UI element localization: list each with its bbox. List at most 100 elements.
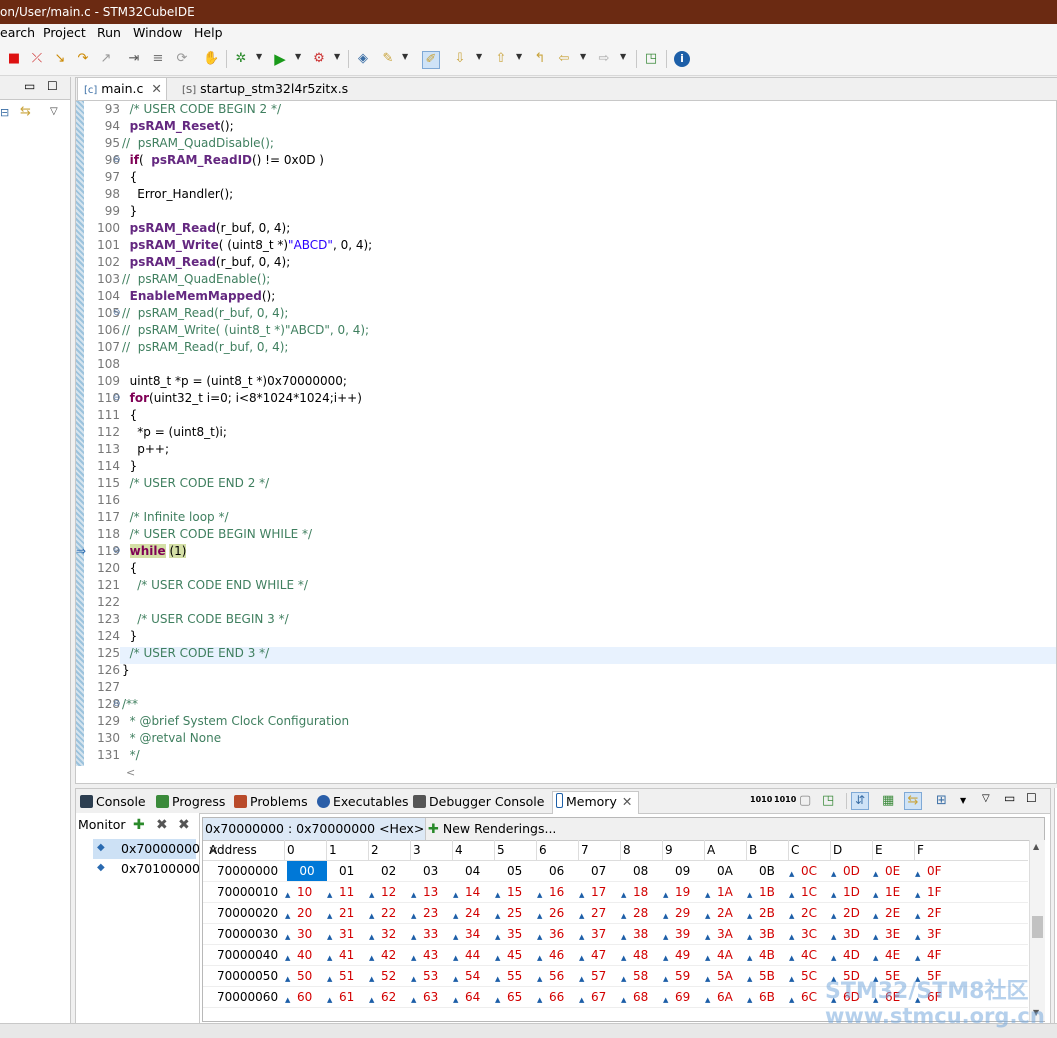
memory-byte-cell[interactable]: 23 — [423, 903, 438, 924]
view-menu-icon[interactable]: ▽ — [50, 106, 58, 117]
view-menu-icon[interactable]: ▽ — [982, 793, 990, 804]
memory-byte-cell[interactable]: 66 — [549, 987, 564, 1008]
memory-byte-cell[interactable]: 6C — [801, 987, 817, 1008]
column-header[interactable]: 0 — [287, 840, 295, 860]
menu-help[interactable]: Help — [194, 25, 223, 40]
columns-dropdown-icon[interactable]: ▼ — [960, 796, 966, 805]
tab-executables[interactable]: Executables — [317, 792, 409, 812]
debug-icon[interactable]: ✲ — [233, 51, 249, 67]
memory-byte-cell[interactable]: 60 — [297, 987, 312, 1008]
memory-byte-cell[interactable]: 55 — [507, 966, 522, 987]
tab-main-c[interactable]: [c] main.c ✕ — [77, 78, 167, 100]
collapse-all-icon[interactable]: ⊟ — [0, 106, 9, 119]
fold-toggle-icon[interactable]: ⊖ — [113, 393, 121, 403]
memory-byte-cell[interactable]: 26 — [549, 903, 564, 924]
minimize-icon[interactable]: ▭ — [24, 79, 35, 93]
memory-byte-cell[interactable]: 69 — [675, 987, 690, 1008]
memory-byte-cell[interactable]: 36 — [549, 924, 564, 945]
maximize-icon[interactable]: ☐ — [1026, 791, 1037, 805]
memory-byte-cell[interactable]: 01 — [339, 861, 354, 882]
tab-progress[interactable]: Progress — [156, 792, 225, 812]
memory-byte-cell[interactable]: 15 — [507, 882, 522, 903]
column-header[interactable]: 8 — [623, 840, 631, 860]
column-header[interactable]: C — [791, 840, 799, 860]
memory-byte-cell[interactable]: 3E — [885, 924, 900, 945]
step-into-icon[interactable]: ↘ — [52, 51, 68, 67]
step-over-icon[interactable]: ↷ — [75, 51, 91, 67]
column-header[interactable]: 6 — [539, 840, 547, 860]
scroll-up-icon[interactable]: ▲ — [1033, 842, 1039, 851]
memory-byte-cell[interactable]: 45 — [507, 945, 522, 966]
memory-byte-cell[interactable]: 48 — [633, 945, 648, 966]
memory-byte-cell[interactable]: 51 — [339, 966, 354, 987]
memory-byte-cell[interactable]: 05 — [507, 861, 522, 882]
memory-byte-cell[interactable]: 1B — [759, 882, 775, 903]
menu-search[interactable]: earch — [0, 25, 35, 40]
memory-byte-cell[interactable]: 04 — [465, 861, 480, 882]
memory-byte-cell[interactable]: 4E — [885, 945, 900, 966]
monitor-item[interactable]: 0x70000000 — [121, 841, 200, 856]
memory-byte-cell[interactable]: 1F — [927, 882, 942, 903]
memory-byte-cell[interactable]: 12 — [381, 882, 396, 903]
open-type-icon[interactable]: ◈ — [355, 51, 371, 67]
memory-byte-cell[interactable]: 13 — [423, 882, 438, 903]
prev-annotation-dropdown-icon[interactable]: ▼ — [516, 52, 522, 61]
memory-byte-cell[interactable]: 3C — [801, 924, 817, 945]
external-tools-dropdown-icon[interactable]: ▼ — [334, 52, 340, 61]
monitor-item[interactable]: 0x70100000 — [121, 861, 200, 876]
memory-byte-cell[interactable]: 52 — [381, 966, 396, 987]
column-header[interactable]: Address — [209, 840, 257, 860]
external-tools-icon[interactable]: ⚙ — [311, 51, 327, 67]
hand-icon[interactable]: ✋ — [203, 51, 219, 67]
memory-byte-cell[interactable]: 35 — [507, 924, 522, 945]
memory-byte-cell[interactable]: 0C — [801, 861, 817, 882]
memory-byte-cell[interactable]: 28 — [633, 903, 648, 924]
scroll-left-icon[interactable]: < — [126, 766, 135, 779]
memory-byte-cell[interactable]: 1A — [717, 882, 733, 903]
memory-byte-cell[interactable]: 2F — [927, 903, 942, 924]
memory-byte-cell[interactable]: 21 — [339, 903, 354, 924]
link-editor-icon[interactable]: ⇆ — [20, 104, 31, 119]
memory-byte-cell[interactable]: 49 — [675, 945, 690, 966]
memory-byte-cell[interactable]: 3F — [927, 924, 942, 945]
memory-byte-cell[interactable]: 08 — [633, 861, 648, 882]
memory-byte-cell[interactable]: 40 — [297, 945, 312, 966]
back-icon[interactable]: ⇦ — [556, 51, 572, 67]
memory-byte-cell[interactable]: 14 — [465, 882, 480, 903]
memory-byte-cell[interactable]: 20 — [297, 903, 312, 924]
remove-all-monitors-icon[interactable]: ✖ — [178, 817, 190, 833]
memory-byte-cell[interactable]: 41 — [339, 945, 354, 966]
memory-byte-cell[interactable]: 4D — [843, 945, 860, 966]
memory-byte-cell[interactable]: 44 — [465, 945, 480, 966]
close-icon[interactable]: ✕ — [151, 81, 161, 96]
last-edit-icon[interactable]: ↰ — [532, 51, 548, 67]
instruction-step-icon[interactable]: ⇥ — [126, 51, 142, 67]
memory-byte-cell[interactable]: 64 — [465, 987, 480, 1008]
column-header[interactable]: 5 — [497, 840, 505, 860]
memory-byte-cell[interactable]: 59 — [675, 966, 690, 987]
memory-byte-cell[interactable]: 37 — [591, 924, 606, 945]
search-dropdown-icon[interactable]: ▼ — [402, 52, 408, 61]
next-annotation-icon[interactable]: ⇩ — [452, 51, 468, 67]
memory-byte-cell[interactable]: 03 — [423, 861, 438, 882]
memory-byte-cell[interactable]: 6A — [717, 987, 733, 1008]
memory-byte-cell[interactable]: 4B — [759, 945, 775, 966]
memory-byte-cell[interactable]: 02 — [381, 861, 396, 882]
memory-byte-cell[interactable]: 53 — [423, 966, 438, 987]
info-icon[interactable]: i — [674, 51, 690, 67]
memory-byte-cell[interactable]: 33 — [423, 924, 438, 945]
menu-run[interactable]: Run — [97, 25, 121, 40]
memory-byte-cell[interactable]: 3D — [843, 924, 860, 945]
memory-byte-cell[interactable]: 67 — [591, 987, 606, 1008]
memory-byte-cell[interactable]: 46 — [549, 945, 564, 966]
memory-byte-cell[interactable]: 47 — [591, 945, 606, 966]
column-header[interactable]: 9 — [665, 840, 673, 860]
debug-dropdown-icon[interactable]: ▼ — [256, 52, 262, 61]
memory-byte-cell[interactable]: 00 — [287, 861, 327, 882]
memory-byte-cell[interactable]: 0B — [759, 861, 775, 882]
memory-byte-cell[interactable]: 30 — [297, 924, 312, 945]
fold-toggle-icon[interactable]: ⊖ — [113, 155, 121, 165]
column-header[interactable]: E — [875, 840, 883, 860]
column-header[interactable]: B — [749, 840, 757, 860]
disconnect-icon[interactable]: ⤫ — [29, 51, 45, 67]
